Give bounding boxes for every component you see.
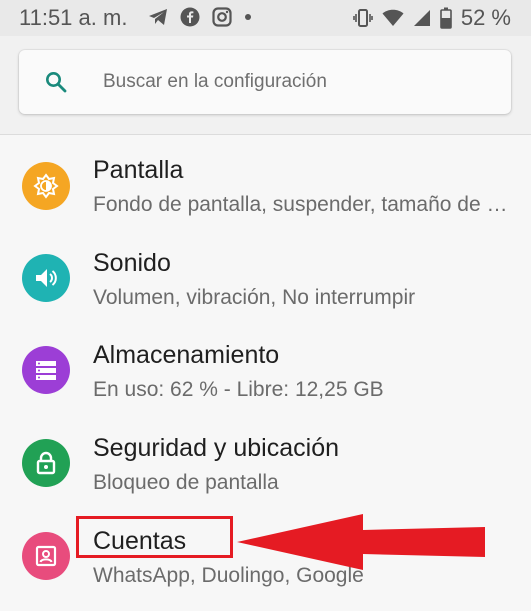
search-icon [44, 70, 68, 94]
vibrate-icon [353, 8, 373, 28]
settings-item-almacenamiento[interactable]: Almacenamiento En uso: 62 % - Libre: 12,… [0, 320, 531, 413]
red-arrow-icon [233, 510, 493, 574]
battery-icon [440, 7, 452, 29]
item-title: Sonido [93, 249, 171, 277]
settings-item-pantalla[interactable]: Pantalla Fondo de pantalla, suspender, t… [0, 135, 531, 228]
facebook-icon [180, 7, 200, 27]
telegram-icon [148, 8, 168, 26]
settings-item-seguridad[interactable]: Seguridad y ubicación Bloqueo de pantall… [0, 413, 531, 506]
highlight-box [76, 516, 233, 558]
search-placeholder: Buscar en la configuración [103, 71, 327, 92]
status-time: 11:51 a. m. [19, 5, 128, 30]
instagram-icon [212, 7, 232, 27]
wifi-icon [382, 9, 404, 27]
item-title: Almacenamiento [93, 341, 280, 369]
search-bar[interactable]: Buscar en la configuración [19, 50, 511, 114]
search-area: Buscar en la configuración [0, 36, 531, 134]
lock-icon [22, 439, 70, 487]
item-subtitle: Bloqueo de pantalla [93, 471, 279, 494]
item-subtitle: En uso: 62 % - Libre: 12,25 GB [93, 378, 384, 401]
volume-icon [22, 254, 70, 302]
notification-dot-icon [244, 13, 252, 21]
settings-item-sonido[interactable]: Sonido Volumen, vibración, No interrumpi… [0, 228, 531, 321]
item-subtitle: Fondo de pantalla, suspender, tamaño de … [93, 193, 513, 216]
item-subtitle: Volumen, vibración, No interrumpir [93, 286, 416, 309]
status-system-icons: 52 % [353, 5, 511, 31]
signal-icon [413, 9, 431, 27]
status-notification-icons [148, 7, 252, 27]
account-icon [22, 532, 70, 580]
storage-icon [22, 346, 70, 394]
status-bar: 11:51 a. m. 52 % [0, 0, 531, 36]
brightness-icon [22, 162, 70, 210]
item-title: Pantalla [93, 156, 184, 184]
battery-percentage: 52 % [460, 5, 511, 30]
item-title: Seguridad y ubicación [93, 434, 339, 462]
